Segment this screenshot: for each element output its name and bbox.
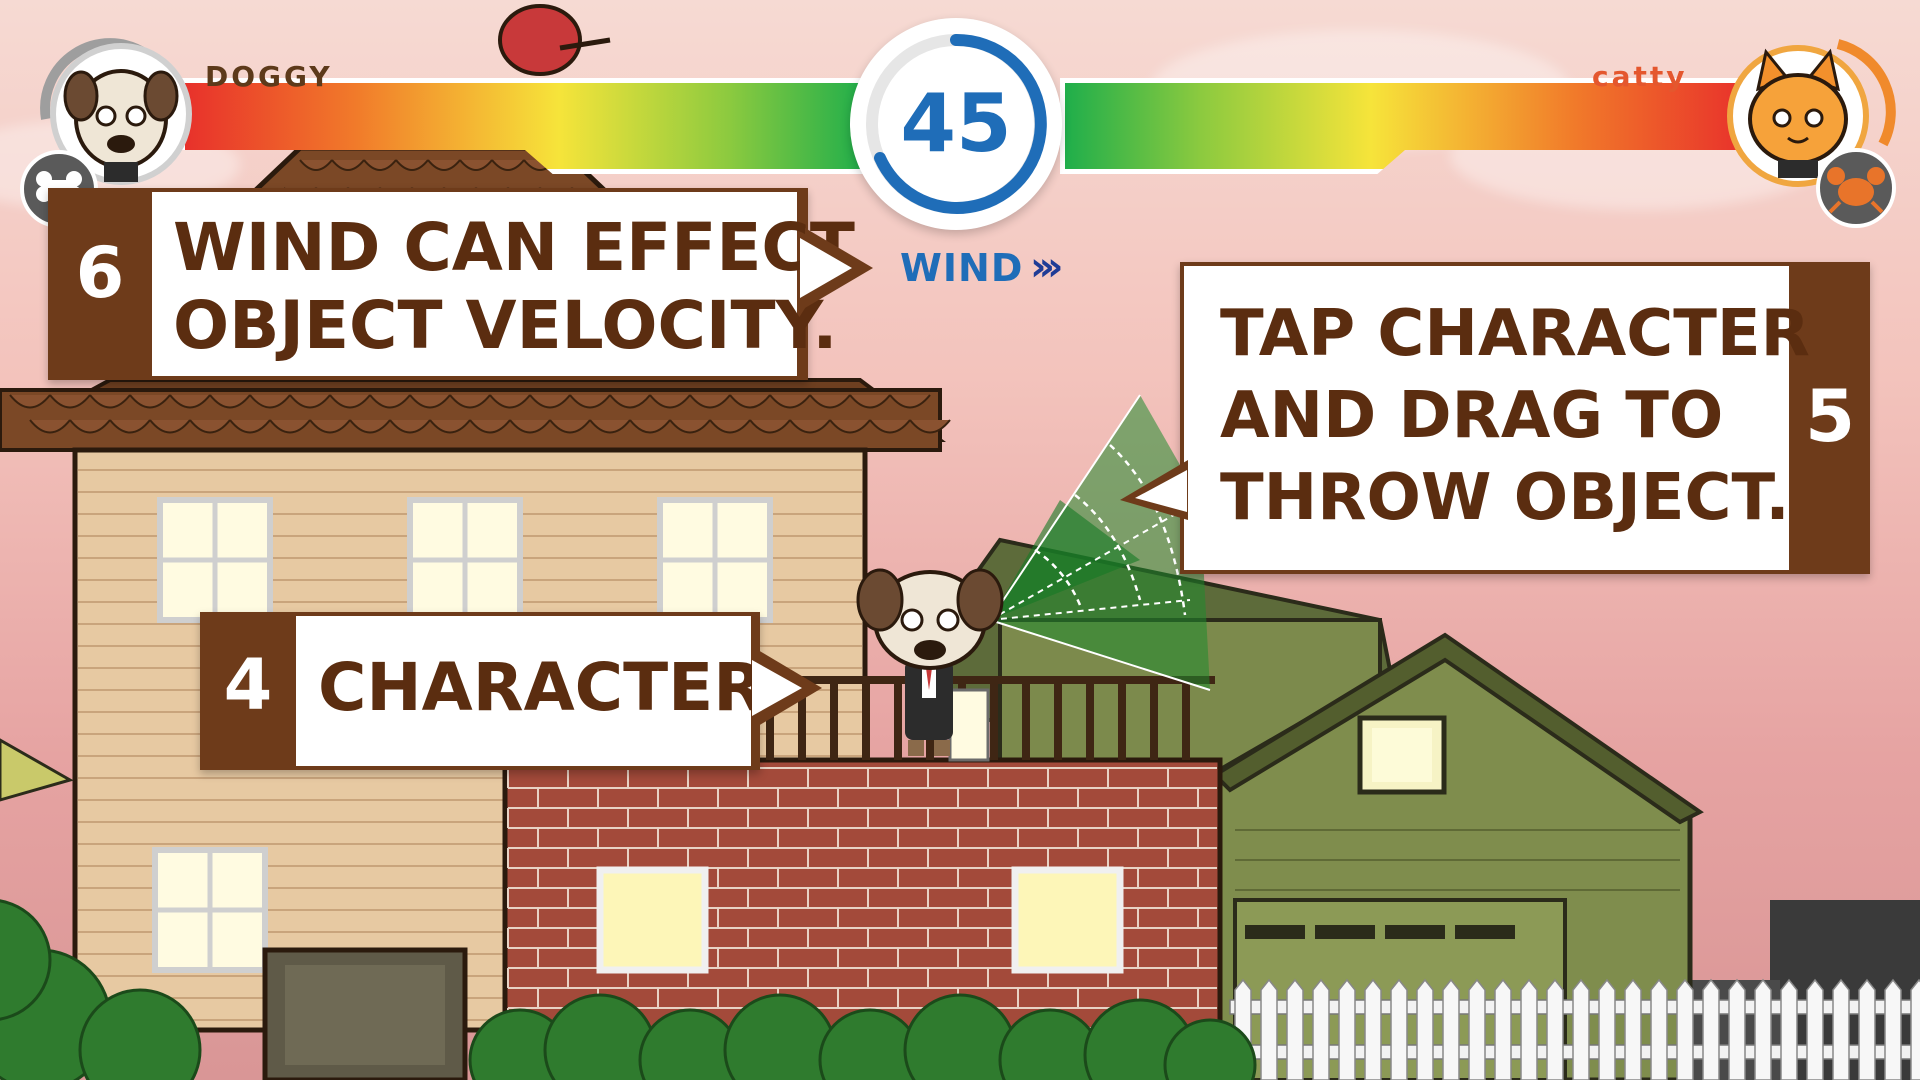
callout-text-line2: OBJECT VELOCITY. xyxy=(173,287,838,364)
callout-text-line1: TAP CHARACTER xyxy=(1220,297,1810,371)
step-number: 5 xyxy=(1804,374,1856,458)
callout-pointer-inner xyxy=(800,238,852,298)
callout-text-line3: THROW OBJECT. xyxy=(1220,461,1790,535)
wind-direction-icon: ››› xyxy=(1030,244,1064,290)
catty-name-label: catty xyxy=(1592,60,1688,93)
turn-timer: 45 xyxy=(850,18,1062,230)
step-number: 4 xyxy=(223,644,273,726)
callout-text-line2: AND DRAG TO xyxy=(1220,379,1724,453)
game-scene: DOGGY catty 45 WIND ››› 6 WIND CAN EFFEC… xyxy=(0,0,1920,1080)
callout-pointer-inner xyxy=(752,660,802,716)
timer-value: 45 xyxy=(900,77,1012,170)
tutorial-callout-wind: 6 WIND CAN EFFECT OBJECT VELOCITY. xyxy=(48,188,855,380)
wind-label: WIND xyxy=(900,246,1024,290)
tutorial-callout-throw: TAP CHARACTER AND DRAG TO THROW OBJECT. … xyxy=(1180,262,1870,574)
crab-icon xyxy=(1816,148,1896,228)
callout-text-line1: CHARACTER. xyxy=(318,649,791,726)
tutorial-callout-character: 4 CHARACTER. xyxy=(200,612,790,770)
step-number: 6 xyxy=(75,232,125,314)
callout-text-line1: WIND CAN EFFECT xyxy=(173,209,855,286)
callout-pointer-inner xyxy=(1135,470,1187,512)
doggy-name-label: DOGGY xyxy=(205,60,333,93)
